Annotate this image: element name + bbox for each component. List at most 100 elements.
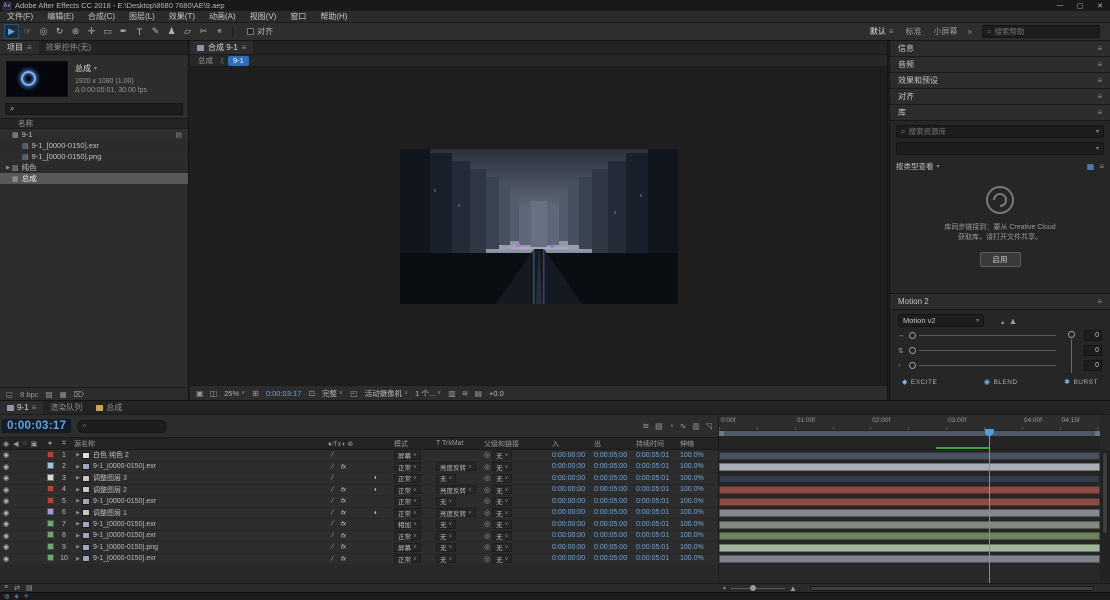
pixel-aspect-icon[interactable]: ▥	[448, 389, 456, 398]
panel-menu-icon[interactable]: ≡	[1097, 297, 1102, 306]
fast-preview-icon[interactable]: ≋	[462, 389, 469, 398]
resolution-select[interactable]: 完整 ∨	[322, 388, 343, 399]
grid-view-icon[interactable]: ▦	[1087, 162, 1095, 171]
parent-select[interactable]: 无 ∨	[492, 450, 513, 460]
twirl-icon[interactable]: ▶	[4, 165, 12, 171]
draft-3d-icon[interactable]: ▧	[655, 422, 663, 431]
adjustment-layer-icon[interactable]: ◐	[374, 475, 378, 482]
current-time-display[interactable]: 0:00:03:17	[2, 419, 72, 433]
pickwhip-icon[interactable]: ◎	[484, 474, 490, 482]
mode-select[interactable]: 正常 ∨	[394, 485, 421, 495]
layer-switches[interactable]: ⁄ fx	[324, 542, 394, 553]
twirl-icon[interactable]: ▶	[74, 487, 82, 493]
timeline-bar-row[interactable]	[719, 484, 1100, 496]
panel-menu-icon[interactable]: ≡	[242, 41, 247, 55]
tab-render-queue[interactable]: 渲染队列	[43, 401, 89, 414]
layer-eye-icon[interactable]: ◉	[3, 543, 9, 551]
layer-duration[interactable]: 0:00:05:01	[636, 498, 680, 505]
fx-icon[interactable]: fx	[341, 509, 346, 516]
magnification-select[interactable]: 25% ∨	[224, 389, 245, 398]
snapshot-camera-icon[interactable]: ⊡	[308, 389, 315, 398]
layer-duration[interactable]: 0:00:05:01	[636, 544, 680, 551]
pickwhip-icon[interactable]: ◎	[484, 520, 490, 528]
lock-column-icon[interactable]: ▣	[31, 440, 38, 448]
rotation-tool-icon[interactable]: ↻	[52, 24, 67, 39]
twirl-icon[interactable]: ▶	[74, 544, 82, 550]
layer-stretch[interactable]: 100.0%	[680, 486, 718, 493]
trkmat-select[interactable]: 亮度反转 ∨	[436, 508, 476, 518]
layer-in-time[interactable]: 0:00:00:00	[552, 532, 594, 539]
parent-select[interactable]: 无 ∨	[492, 485, 513, 495]
blend-button[interactable]: ◉ BLEND	[984, 378, 1018, 387]
panel-menu-icon[interactable]: ≡	[1097, 76, 1102, 85]
vertical-scrollbar[interactable]	[1100, 450, 1110, 583]
layer-in-time[interactable]: 0:00:00:00	[552, 475, 594, 482]
layer-in-time[interactable]: 0:00:00:00	[552, 555, 594, 562]
quality-icon[interactable]: ⁄	[332, 555, 333, 562]
eraser-tool-icon[interactable]: ▱	[180, 24, 195, 39]
mode-select[interactable]: 相加 ∨	[394, 519, 421, 529]
pickwhip-icon[interactable]: ◎	[484, 463, 490, 471]
frame-blend-icon[interactable]: ∿	[680, 422, 687, 431]
project-search[interactable]: ⌕	[5, 103, 183, 115]
view-by-type-label[interactable]: 按类型查看	[896, 161, 934, 172]
adjustment-layer-icon[interactable]: ◐	[374, 486, 378, 493]
close-button[interactable]: ✕	[1090, 0, 1110, 11]
layer-switches[interactable]: ⁄	[324, 450, 394, 461]
quality-icon[interactable]: ⁄	[332, 463, 333, 470]
mode-select[interactable]: 正常 ∨	[394, 473, 421, 483]
motion-panel-header[interactable]: Motion 2 ≡	[890, 294, 1110, 310]
dropdown-icon[interactable]: ▾	[1096, 128, 1099, 135]
quality-icon[interactable]: ⁄	[332, 532, 333, 539]
panel-header-audio[interactable]: 音频 ≡	[890, 57, 1110, 73]
pickwhip-icon[interactable]: ◎	[484, 543, 490, 551]
layer-in-time[interactable]: 0:00:00:00	[552, 521, 594, 528]
twirl-icon[interactable]: ▶	[74, 464, 82, 470]
layer-row[interactable]: ◉ 8 ▶ 9-1_[0000-0150].exr ⁄ fx 正常 ∨ 无 ∨ ◎ 无 ∨ 0:00:00…	[0, 530, 718, 542]
comp-name[interactable]: 总成 ▾	[75, 63, 147, 74]
type-tool-icon[interactable]: T	[132, 24, 147, 39]
parent-column-header[interactable]: 父级和链接	[482, 439, 552, 449]
layer-duration[interactable]: 0:00:05:01	[636, 486, 680, 493]
layer-duration[interactable]: 0:00:05:01	[636, 521, 680, 528]
vertical-slider-knob[interactable]	[1068, 331, 1075, 338]
new-comp-icon[interactable]: ▦	[60, 390, 67, 399]
twirl-icon[interactable]: ▶	[74, 510, 82, 516]
vertical-slider[interactable]	[1067, 331, 1076, 375]
layer-in-time[interactable]: 0:00:00:00	[552, 452, 594, 459]
layer-out-time[interactable]: 0:00:05:00	[594, 544, 636, 551]
layer-name-cell[interactable]: ▶ 调整图层 3	[72, 473, 324, 483]
menu-layer[interactable]: 图层(L)	[122, 11, 162, 23]
layer-eye-icon[interactable]: ◉	[3, 486, 9, 494]
menu-edit[interactable]: 编辑(E)	[40, 11, 81, 23]
quality-icon[interactable]: ⁄	[332, 544, 333, 551]
zoom-slider-knob[interactable]	[749, 584, 756, 591]
layer-duration[interactable]: 0:00:05:01	[636, 452, 680, 459]
layer-row[interactable]: ◉ 9 ▶ 9-1_[0000-0150].png ⁄ fx 屏幕 ∨ 无 ∨ ◎ 无 ∨ 0:00:00…	[0, 542, 718, 554]
layer-eye-icon[interactable]: ◉	[3, 509, 9, 517]
layer-row[interactable]: ◉ 6 ▶ 调整图层 1 ⁄ fx ◐ 正常 ∨ 亮度反转 ∨ ◎ 无 ∨ 0:00:00:00 0:00:0…	[0, 507, 718, 519]
layer-duration-bar[interactable]	[719, 474, 1100, 483]
motion-param-3-slider[interactable]	[919, 365, 1056, 366]
layer-duration-bar[interactable]	[719, 509, 1100, 517]
layer-duration[interactable]: 0:00:05:01	[636, 555, 680, 562]
layer-out-time[interactable]: 0:00:05:00	[594, 475, 636, 482]
library-filter-select[interactable]: ▾	[896, 142, 1104, 155]
layer-eye-icon[interactable]: ◉	[3, 532, 9, 540]
library-search[interactable]: ⌕ ▾	[896, 125, 1104, 138]
motion-param-1-value[interactable]: 0	[1084, 330, 1102, 341]
pickwhip-icon[interactable]: ◎	[484, 486, 490, 494]
layer-in-time[interactable]: 0:00:00:00	[552, 509, 594, 516]
timeline-search-input[interactable]	[89, 421, 163, 431]
layer-switches[interactable]: ⁄ ◐	[324, 473, 394, 484]
layer-name-cell[interactable]: ▶ 9-1_[0000-0150].exr	[72, 520, 324, 528]
layer-row[interactable]: ◉ 3 ▶ 调整图层 3 ⁄ ◐ 正常 ∨ 无 ∨ ◎ 无 ∨ 0:00:00:00 0:00:05:00 0…	[0, 473, 718, 485]
twirl-icon[interactable]: ▶	[74, 452, 82, 458]
parent-select[interactable]: 无 ∨	[492, 519, 513, 529]
layer-name-cell[interactable]: ▶ 9-1_[0000-0150].exr	[72, 463, 324, 471]
layer-switches[interactable]: ⁄ fx	[324, 462, 394, 473]
panel-header-info[interactable]: 信息 ≡	[890, 41, 1110, 57]
trkmat-select[interactable]: 无 ∨	[436, 542, 457, 552]
layer-name-cell[interactable]: ▶ 9-1_[0000-0150].exr	[72, 532, 324, 540]
fx-icon[interactable]: fx	[341, 521, 346, 528]
